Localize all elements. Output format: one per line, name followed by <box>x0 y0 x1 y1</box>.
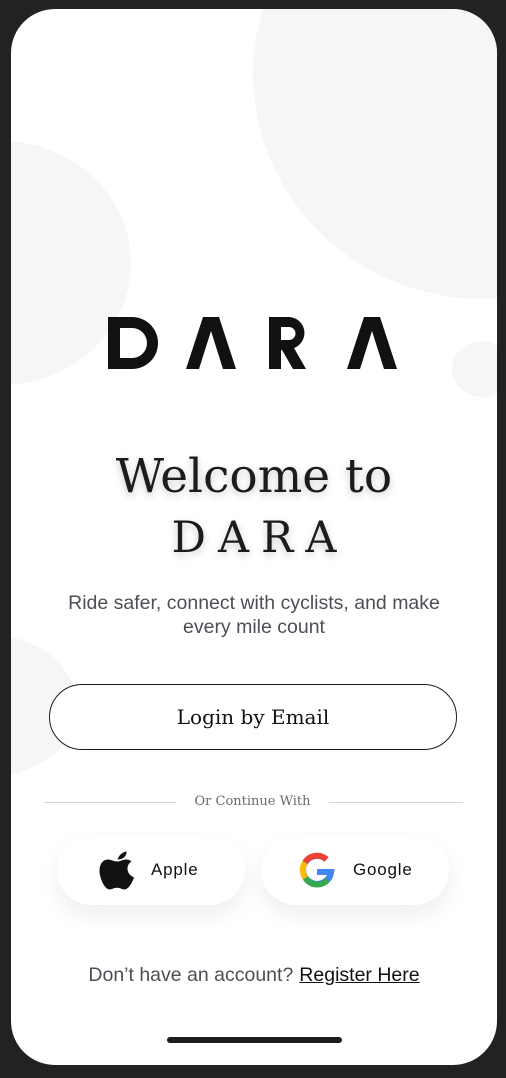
login-by-email-button[interactable]: Login by Email <box>49 684 457 750</box>
app-screen: Welcome to DARA Ride safer, connect with… <box>11 9 497 1065</box>
google-login-label: Google <box>353 860 413 879</box>
tagline: Ride safer, connect with cyclists, and m… <box>68 592 440 638</box>
apple-login-button[interactable]: Apple <box>57 835 245 905</box>
google-icon <box>297 850 337 890</box>
apple-login-label: Apple <box>151 860 199 879</box>
divider-line <box>44 802 176 803</box>
google-login-button[interactable]: Google <box>261 835 449 905</box>
divider-line <box>329 802 463 803</box>
home-indicator <box>167 1037 342 1043</box>
dara-logo <box>108 317 397 369</box>
background-circle <box>452 341 497 397</box>
welcome-title-line2: DARA <box>171 513 349 563</box>
welcome-title-line1: Welcome to <box>115 449 393 504</box>
background-circle <box>253 9 497 299</box>
login-button-label: Login by Email <box>176 705 330 729</box>
register-prompt-text: Don’t have an account? <box>88 964 294 986</box>
register-prompt: Don’t have an account? Register Here <box>11 963 497 987</box>
divider-text: Or Continue With <box>194 794 311 809</box>
apple-icon <box>99 849 135 891</box>
register-here-link[interactable]: Register Here <box>299 964 419 986</box>
